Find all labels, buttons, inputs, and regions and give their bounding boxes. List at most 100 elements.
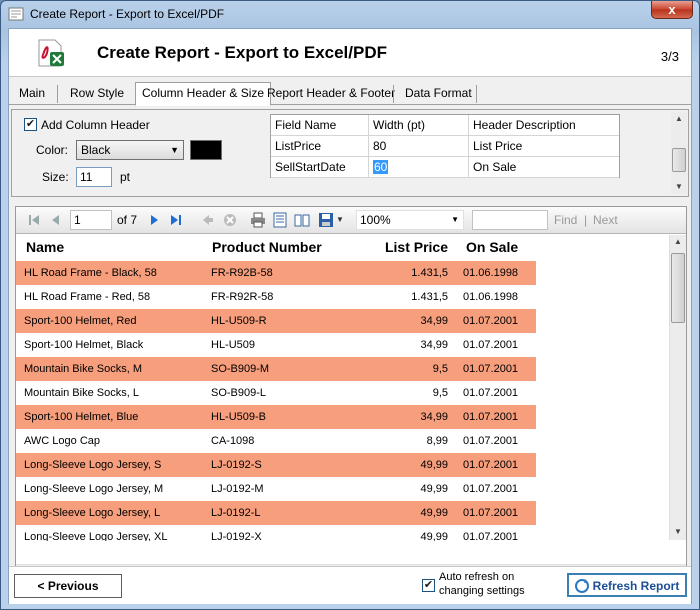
grid-cell-width-editing[interactable]: 60: [369, 157, 469, 178]
find-link[interactable]: Find: [554, 211, 577, 229]
header-band: Create Report - Export to Excel/PDF 3/3: [9, 29, 691, 77]
auto-refresh-label-line1: Auto refresh on: [439, 571, 515, 583]
dialog-footer: < Previous ✔ Auto refresh on changing se…: [9, 566, 691, 604]
column-header-on-sale: On Sale: [466, 239, 519, 255]
table-row: Sport-100 Helmet, Red HL-U509-R 34,99 01.07…: [16, 309, 536, 333]
last-page-icon[interactable]: [168, 212, 184, 228]
excel-pdf-icon: [38, 39, 64, 67]
cell-name: Mountain Bike Socks, L: [24, 387, 139, 399]
table-row: Sport-100 Helmet, Black HL-U509 34,99 01.07…: [16, 333, 536, 357]
cell-list-price: 34,99: [420, 339, 448, 351]
table-row: Long-Sleeve Logo Jersey, M LJ-0192-M 49,99…: [16, 477, 536, 501]
tab-report-header-footer[interactable]: Report Header & Footer: [261, 83, 401, 105]
refresh-report-button[interactable]: Refresh Report: [567, 573, 687, 597]
step-indicator: 3/3: [660, 49, 679, 64]
table-row: HL Road Frame - Red, 58 FR-R92R-58 1.431,5…: [16, 285, 536, 309]
table-row: Long-Sleeve Logo Jersey, S LJ-0192-S 49,99…: [16, 453, 536, 477]
grid-cell-description[interactable]: List Price: [469, 136, 619, 157]
cell-product-number: SO-B909-L: [211, 387, 267, 399]
zoom-value: 100%: [360, 213, 391, 227]
color-swatch[interactable]: [190, 140, 222, 160]
save-dropdown-icon[interactable]: ▼: [336, 211, 344, 229]
cell-on-sale: 01.07.2001: [463, 459, 519, 471]
scroll-thumb[interactable]: [672, 148, 686, 172]
back-icon[interactable]: [200, 212, 216, 228]
cell-on-sale: 01.06.1998: [463, 291, 519, 303]
color-label: Color:: [36, 143, 69, 157]
cell-on-sale: 01.07.2001: [463, 411, 519, 423]
chevron-down-icon: ▼: [451, 215, 459, 224]
tab-column-header-size[interactable]: Column Header & Size: [135, 82, 272, 106]
grid-cell-field-name[interactable]: SellStartDate: [271, 157, 369, 178]
first-page-icon[interactable]: [26, 212, 42, 228]
cell-name: Long-Sleeve Logo Jersey, XL: [24, 531, 168, 541]
settings-scrollbar[interactable]: ▲ ▼: [671, 112, 687, 194]
tab-data-format[interactable]: Data Format: [399, 83, 478, 105]
print-icon[interactable]: [250, 212, 266, 228]
report-vertical-scrollbar[interactable]: ▲ ▼: [669, 235, 686, 540]
color-select-value: Black: [81, 143, 111, 157]
page-number-input[interactable]: 1: [70, 210, 112, 230]
dialog-window: Create Report - Export to Excel/PDF x Cr…: [0, 0, 700, 610]
cell-product-number: LJ-0192-S: [211, 459, 262, 471]
auto-refresh-label-line2: changing settings: [439, 585, 525, 597]
page-count: of 7: [117, 213, 138, 227]
cell-list-price: 9,5: [432, 387, 448, 399]
print-layout-icon[interactable]: [272, 212, 288, 228]
close-button[interactable]: x: [651, 1, 693, 19]
cell-on-sale: 01.07.2001: [463, 531, 519, 541]
color-select[interactable]: Black ▼: [76, 140, 184, 160]
size-input[interactable]: 11: [76, 167, 112, 187]
cell-list-price: 34,99: [420, 411, 448, 423]
grid-cell-description[interactable]: On Sale: [469, 157, 619, 178]
scroll-down-icon[interactable]: ▼: [670, 525, 686, 539]
tab-row-style[interactable]: Row Style: [64, 83, 130, 105]
refresh-icon: [575, 579, 589, 593]
scroll-thumb[interactable]: [671, 253, 685, 323]
save-icon[interactable]: [318, 212, 334, 228]
chevron-down-icon: ▼: [170, 145, 179, 155]
scroll-up-icon[interactable]: ▲: [670, 235, 686, 249]
cell-list-price: 49,99: [420, 459, 448, 471]
add-column-header-label: Add Column Header: [41, 118, 150, 132]
previous-page-icon[interactable]: [48, 212, 64, 228]
next-link[interactable]: Next: [593, 211, 618, 229]
cell-list-price: 34,99: [420, 315, 448, 327]
cell-on-sale: 01.07.2001: [463, 315, 519, 327]
cell-name: Mountain Bike Socks, M: [24, 363, 142, 375]
report-page: Name Product Number List Price On Sale H…: [16, 235, 668, 541]
add-column-header-checkbox[interactable]: ✔: [24, 118, 37, 131]
selected-text[interactable]: 60: [373, 160, 389, 174]
grid-header-field-name[interactable]: Field Name: [271, 115, 369, 136]
scroll-up-icon[interactable]: ▲: [671, 112, 687, 126]
cell-name: HL Road Frame - Black, 58: [24, 267, 157, 279]
page-setup-icon[interactable]: [294, 212, 310, 228]
grid-header-description[interactable]: Header Description: [469, 115, 619, 136]
grid-header-width[interactable]: Width (pt): [369, 115, 469, 136]
cell-product-number: LJ-0192-X: [211, 531, 262, 541]
cell-product-number: LJ-0192-M: [211, 483, 264, 495]
grid-cell-field-name[interactable]: ListPrice: [271, 136, 369, 157]
tab-main[interactable]: Main: [13, 83, 51, 105]
zoom-select[interactable]: 100% ▼: [356, 210, 464, 230]
table-row: Long-Sleeve Logo Jersey, L LJ-0192-L 49,99…: [16, 501, 536, 525]
size-unit: pt: [120, 170, 131, 184]
grid-cell-width[interactable]: 80: [369, 136, 469, 157]
scroll-down-icon[interactable]: ▼: [671, 180, 687, 194]
previous-button[interactable]: < Previous: [14, 574, 122, 598]
app-icon: [8, 7, 24, 21]
cell-product-number: FR-R92B-58: [211, 267, 273, 279]
find-input[interactable]: [472, 210, 548, 230]
refresh-report-label: Refresh Report: [592, 579, 680, 593]
cell-on-sale: 01.07.2001: [463, 339, 519, 351]
next-page-icon[interactable]: [146, 212, 162, 228]
settings-tabs: Main Row Style Column Header & Size Repo…: [9, 81, 691, 106]
cell-name: HL Road Frame - Red, 58: [24, 291, 151, 303]
stop-icon[interactable]: [222, 212, 238, 228]
cell-product-number: LJ-0192-L: [211, 507, 261, 519]
cell-name: Long-Sleeve Logo Jersey, L: [24, 507, 161, 519]
cell-list-price: 49,99: [420, 483, 448, 495]
auto-refresh-checkbox[interactable]: ✔: [422, 579, 435, 592]
table-row: HL Road Frame - Black, 58 FR-R92B-58 1.431…: [16, 261, 536, 285]
cell-on-sale: 01.07.2001: [463, 387, 519, 399]
